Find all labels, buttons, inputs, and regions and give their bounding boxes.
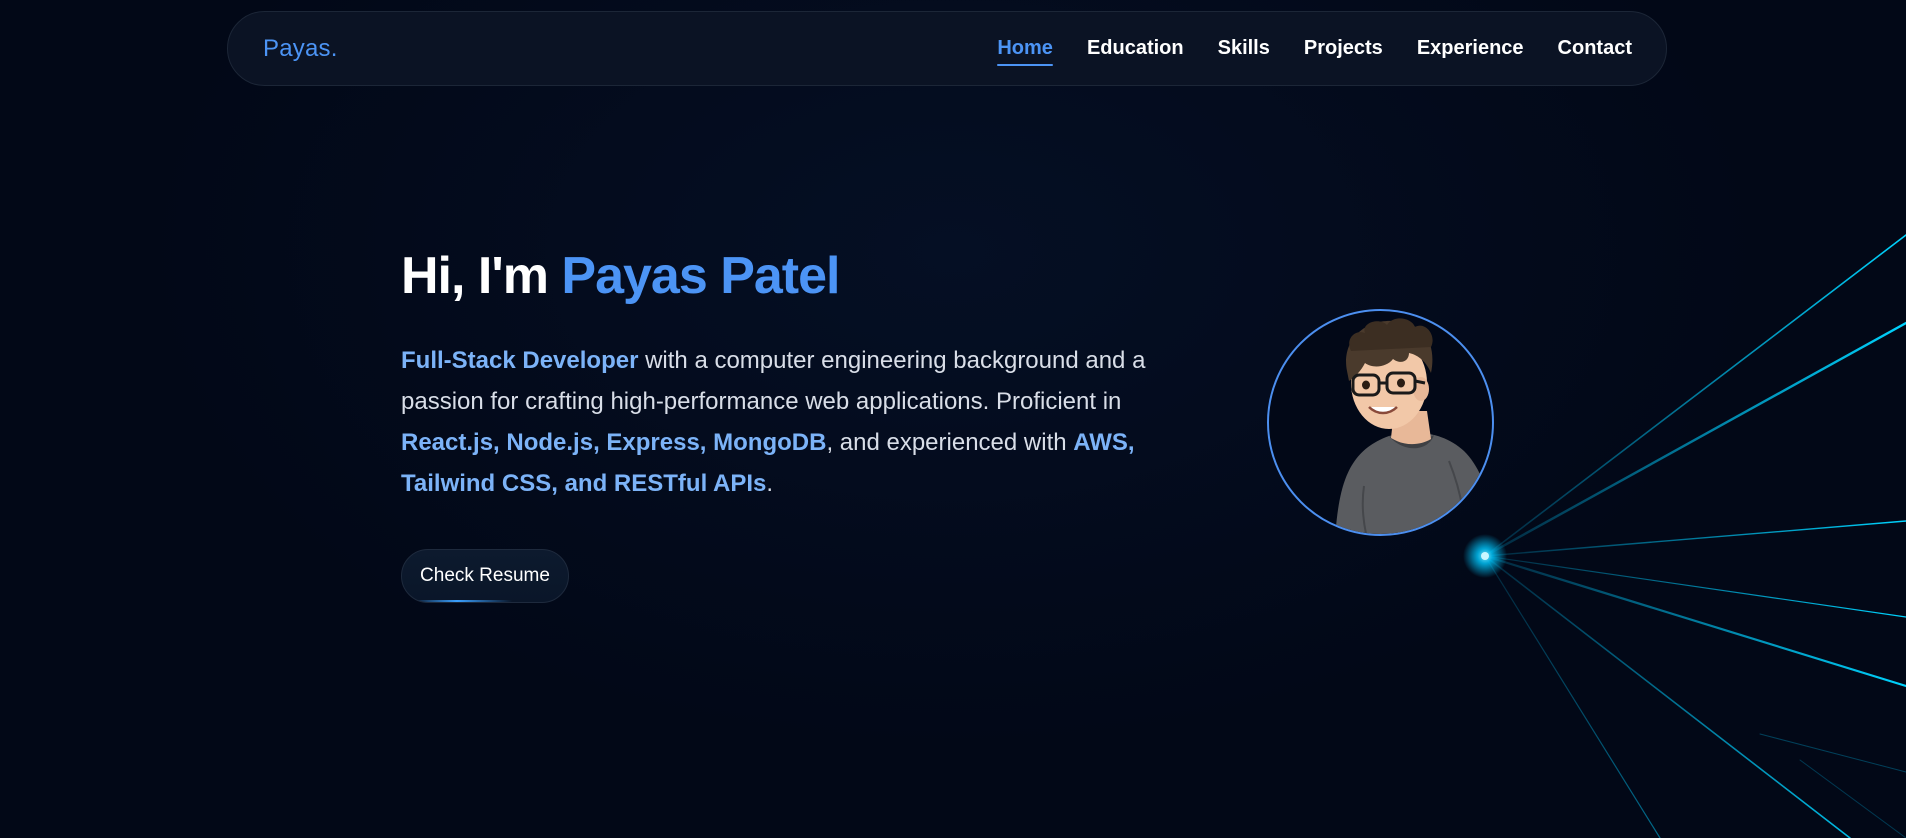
nav-link-experience[interactable]: Experience xyxy=(1417,31,1524,66)
logo[interactable]: Payas. xyxy=(263,35,338,63)
hero-name: Payas Patel xyxy=(561,247,840,305)
check-resume-button[interactable]: Check Resume xyxy=(401,549,569,603)
nav-link-contact[interactable]: Contact xyxy=(1558,31,1632,66)
desc-text-2: , and experienced with xyxy=(826,429,1074,456)
nav-links: Home Education Skills Projects Experienc… xyxy=(997,31,1632,66)
page: Payas. Home Education Skills Projects Ex… xyxy=(0,0,1906,838)
role-highlight: Full-Stack Developer xyxy=(401,347,639,374)
nav-link-home[interactable]: Home xyxy=(997,31,1053,66)
nav-link-projects[interactable]: Projects xyxy=(1304,31,1383,66)
hero-title: Hi, I'm Payas Patel xyxy=(401,246,841,306)
nav-link-skills[interactable]: Skills xyxy=(1218,31,1270,66)
nav-link-education[interactable]: Education xyxy=(1087,31,1184,66)
hero-description: Full-Stack Developer with a computer eng… xyxy=(401,340,1201,504)
desc-end: . xyxy=(766,470,774,497)
avatar xyxy=(1267,309,1494,536)
stack-highlight: React.js, Node.js, Express, MongoDB xyxy=(401,429,827,456)
hero-greeting: Hi, I'm xyxy=(401,247,562,305)
navbar: Payas. Home Education Skills Projects Ex… xyxy=(227,11,1667,86)
avatar-illustration-icon xyxy=(1335,318,1492,534)
